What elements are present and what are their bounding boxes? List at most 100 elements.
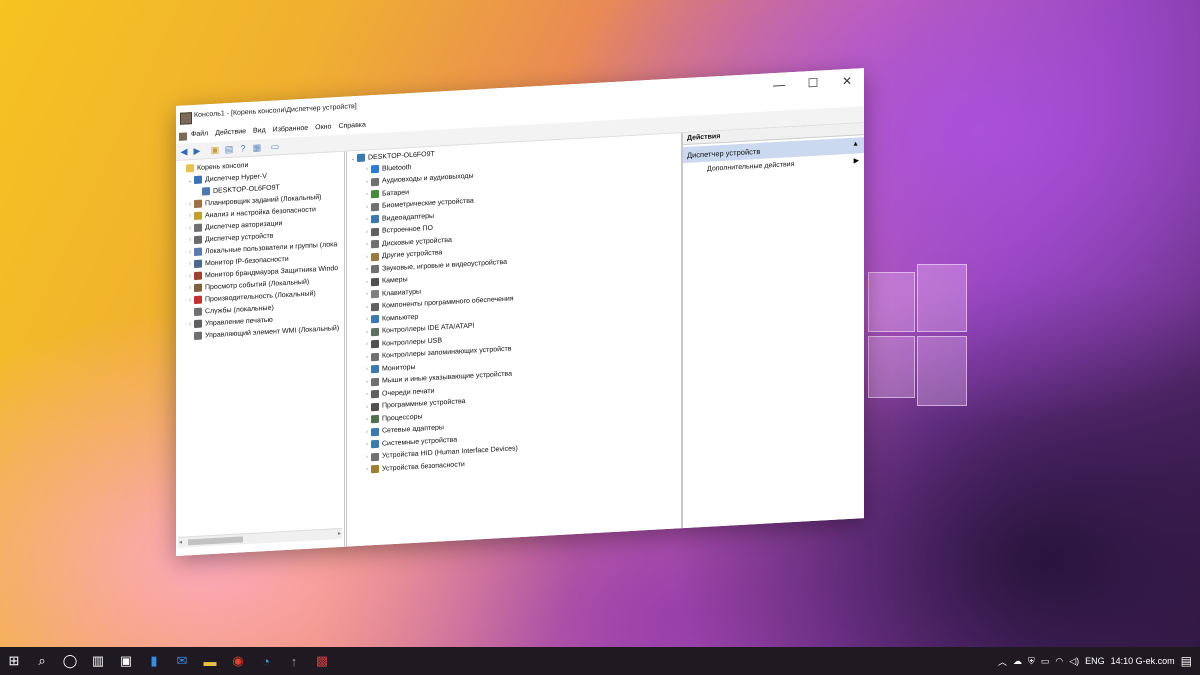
- menu-item[interactable]: Справка: [338, 122, 365, 131]
- expand-chevron-icon[interactable]: ›: [363, 441, 371, 447]
- menu-item[interactable]: Избранное: [273, 125, 308, 134]
- scroll-left-icon[interactable]: ◂: [179, 539, 182, 546]
- menu-item[interactable]: Файл: [191, 130, 208, 138]
- help-icon[interactable]: ?: [238, 143, 248, 154]
- battery-icon[interactable]: ▭: [1041, 656, 1050, 667]
- mail-icon[interactable]: ✉: [168, 647, 196, 675]
- expand-chevron-icon[interactable]: ›: [186, 273, 194, 279]
- device-category-icon: [371, 164, 379, 174]
- phone-icon[interactable]: ▮: [140, 647, 168, 675]
- expand-chevron-icon[interactable]: ›: [363, 416, 371, 422]
- language-indicator[interactable]: ENG: [1085, 656, 1105, 666]
- wifi-icon[interactable]: ◠: [1055, 656, 1063, 667]
- device-tree-root-label: DESKTOP-OL6FO9T: [368, 150, 435, 161]
- device-category-icon: [371, 177, 379, 186]
- expand-chevron-icon[interactable]: ›: [363, 254, 371, 260]
- expand-chevron-icon[interactable]: ›: [186, 261, 194, 267]
- menu-item[interactable]: Окно: [315, 123, 331, 131]
- chrome-icon[interactable]: ◉: [224, 647, 252, 675]
- expand-chevron-icon[interactable]: ›: [186, 249, 194, 255]
- store-icon[interactable]: ▣: [112, 647, 140, 675]
- snapin-icon: [194, 211, 202, 221]
- expand-chevron-icon[interactable]: ›: [363, 191, 371, 197]
- expand-chevron-icon[interactable]: ›: [363, 379, 371, 385]
- edge-icon[interactable]: ◔: [252, 647, 280, 675]
- tree-item-label: Диспетчер авторизации: [205, 219, 283, 231]
- defender-shield-icon[interactable]: ⛨: [1028, 656, 1035, 667]
- tree-item-label: Корень консоли: [197, 161, 249, 172]
- horizontal-scrollbar[interactable]: ◂ ▸: [178, 527, 342, 548]
- device-category-label: Контроллеры USB: [382, 336, 442, 348]
- expand-chevron-icon[interactable]: ›: [363, 166, 371, 172]
- expand-chevron-icon[interactable]: ›: [186, 285, 194, 291]
- search-icon[interactable]: ⌕: [28, 647, 56, 675]
- file-explorer-icon[interactable]: ▬: [196, 647, 224, 675]
- mdi-document-icon[interactable]: [179, 132, 187, 141]
- snapin-icon: [194, 283, 202, 293]
- onedrive-cloud-icon[interactable]: ☁: [1013, 656, 1022, 667]
- menu-item[interactable]: Действие: [215, 128, 246, 137]
- expand-chevron-icon[interactable]: ›: [186, 321, 194, 327]
- back-arrow-icon[interactable]: ◀: [179, 146, 189, 157]
- expand-chevron-icon[interactable]: ›: [186, 201, 194, 207]
- expand-chevron-icon[interactable]: ›: [363, 354, 371, 360]
- device-category-icon: [371, 264, 379, 274]
- show-tree-icon[interactable]: ▤: [224, 144, 234, 155]
- menu-item[interactable]: Вид: [253, 127, 266, 135]
- collapse-up-icon[interactable]: ▲: [852, 140, 859, 147]
- arrow-up-app-icon[interactable]: ↑: [280, 647, 308, 675]
- task-view-icon[interactable]: ▥: [84, 647, 112, 675]
- expand-chevron-icon[interactable]: ›: [186, 237, 194, 243]
- collapse-chevron-icon[interactable]: ⌄: [349, 155, 357, 162]
- expand-chevron-icon[interactable]: ›: [363, 279, 371, 285]
- scroll-right-icon[interactable]: ▸: [338, 530, 341, 537]
- minimize-button[interactable]: —: [762, 72, 796, 98]
- expand-chevron-icon[interactable]: ›: [363, 266, 371, 272]
- taskbar: ⊞ ⌕ ◯ ▥ ▣ ▮ ✉ ▬ ◉ ◔ ↑ ▩ ︿ ☁ ⛨ ▭ ◠ ◁) ENG…: [0, 647, 1200, 675]
- clock[interactable]: 14:10 G-ek.com: [1111, 656, 1175, 666]
- expand-chevron-icon[interactable]: ›: [186, 297, 194, 303]
- expand-chevron-icon[interactable]: ›: [363, 454, 371, 460]
- expand-chevron-icon[interactable]: ›: [186, 213, 194, 219]
- scrollbar-thumb[interactable]: [188, 536, 243, 546]
- expand-chevron-icon[interactable]: ›: [363, 466, 371, 472]
- expand-chevron-icon[interactable]: ›: [363, 429, 371, 435]
- monitor-icon[interactable]: ▭: [270, 141, 280, 152]
- device-category-icon: [371, 339, 379, 349]
- device-category-icon: [371, 427, 379, 436]
- device-category-label: Батареи: [382, 188, 410, 198]
- expand-chevron-icon[interactable]: ⌄: [186, 177, 194, 184]
- properties-icon[interactable]: ▦: [252, 142, 262, 153]
- cortana-circle-icon[interactable]: ◯: [56, 647, 84, 675]
- show-hidden-icons-icon[interactable]: ︿: [998, 655, 1007, 668]
- close-button[interactable]: ✕: [830, 68, 864, 94]
- device-category-label: Сетевые адаптеры: [382, 424, 444, 435]
- expand-chevron-icon[interactable]: ›: [363, 229, 371, 235]
- volume-icon[interactable]: ◁): [1069, 656, 1079, 667]
- device-category-label: Компьютер: [382, 313, 419, 323]
- actions-pane: Действия Диспетчер устройств ▲ Дополните…: [682, 123, 864, 529]
- expand-chevron-icon[interactable]: ›: [363, 241, 371, 247]
- expand-chevron-icon[interactable]: ›: [363, 366, 371, 372]
- expand-chevron-icon[interactable]: ›: [363, 391, 371, 397]
- maximize-button[interactable]: ☐: [796, 70, 830, 96]
- expand-chevron-icon[interactable]: ›: [363, 204, 371, 210]
- action-center-icon[interactable]: ▤: [1181, 654, 1192, 668]
- mmc-taskbar-icon[interactable]: ▩: [308, 647, 336, 675]
- expand-chevron-icon[interactable]: ›: [363, 304, 371, 310]
- forward-arrow-icon[interactable]: ▶: [192, 146, 202, 157]
- expand-chevron-icon[interactable]: ›: [186, 225, 194, 231]
- more-actions-item[interactable]: Дополнительные действия: [707, 161, 794, 173]
- expand-chevron-icon[interactable]: ›: [363, 291, 371, 297]
- expand-chevron-icon[interactable]: ›: [363, 404, 371, 410]
- expand-chevron-icon[interactable]: ›: [363, 316, 371, 322]
- start-windows-icon[interactable]: ⊞: [0, 647, 28, 675]
- expand-chevron-icon[interactable]: ›: [363, 216, 371, 222]
- folder-up-icon[interactable]: ▣: [210, 145, 220, 156]
- tree-item-label: Управление печатью: [205, 316, 273, 327]
- expand-chevron-icon[interactable]: ›: [363, 329, 371, 335]
- expand-chevron-icon[interactable]: ›: [363, 179, 371, 185]
- expand-chevron-icon[interactable]: ›: [363, 341, 371, 347]
- device-category-label: Очереди печати: [382, 387, 435, 398]
- snapin-icon: [202, 187, 210, 196]
